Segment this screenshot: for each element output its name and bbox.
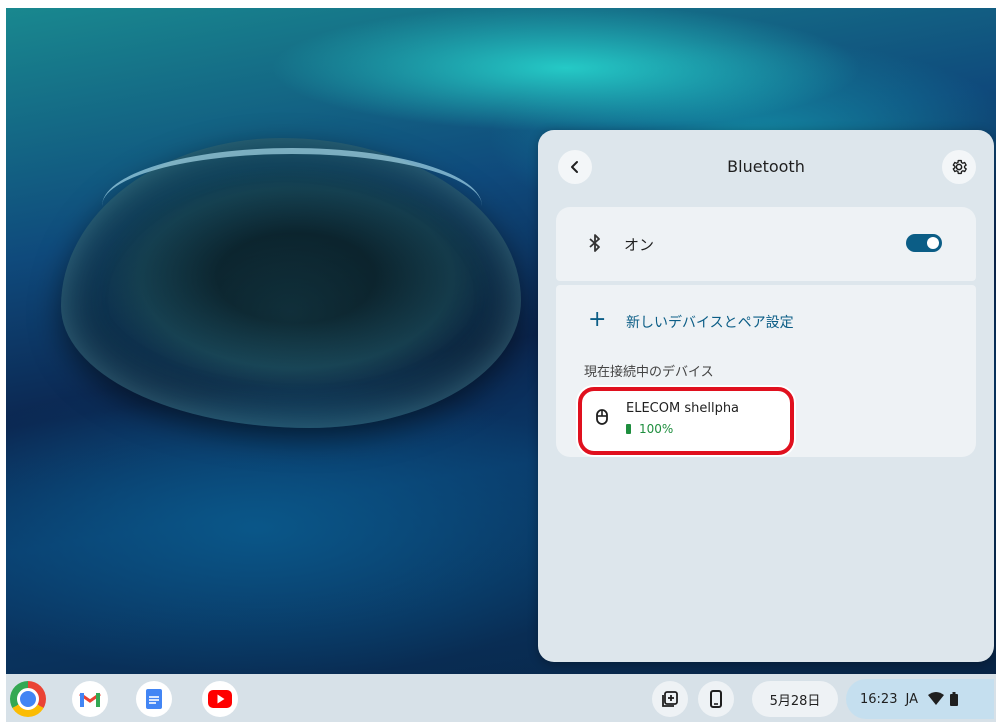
status-tray[interactable]: 16:23 JA [846,679,994,719]
shelf: 5月28日 16:23 JA [6,674,996,722]
bluetooth-state-label: オン [624,236,655,254]
battery-status-icon [949,692,958,706]
youtube-app-icon[interactable] [202,681,238,717]
device-item-elecom[interactable]: ELECOM shellpha 100% [578,387,794,455]
mouse-icon [596,409,608,429]
screen-capture-icon [662,691,678,707]
gmail-app-icon[interactable] [72,681,108,717]
bluetooth-settings-button[interactable] [942,150,976,184]
device-battery: 100% [626,422,673,436]
chrome-app-icon[interactable] [10,681,46,717]
device-name: ELECOM shellpha [626,401,740,416]
battery-percent: 100% [639,422,674,436]
water-drop-highlight [102,148,482,264]
bluetooth-icon [588,234,602,256]
bluetooth-panel: Bluetooth オン + 新しいデバイスとペア設定 現在接続中のデバイス E… [538,130,994,662]
ime-indicator: JA [905,691,918,707]
date-tray-button[interactable]: 5月28日 [752,681,838,717]
phone-icon [710,690,722,708]
chrome-center [17,688,39,710]
pair-new-device-button[interactable]: 新しいデバイスとペア設定 [626,312,794,332]
clock: 16:23 [860,691,898,707]
screen-capture-button[interactable] [652,681,688,717]
docs-app-icon[interactable] [136,681,172,717]
battery-icon [626,424,631,434]
phone-hub-button[interactable] [698,681,734,717]
plus-icon: + [588,307,607,332]
gear-icon [952,159,967,175]
devices-section: + 新しいデバイスとペア設定 現在接続中のデバイス ELECOM shellph… [556,285,976,457]
connected-devices-heading: 現在接続中のデバイス [584,365,714,380]
panel-title: Bluetooth [727,157,805,176]
toggle-knob [927,237,939,249]
bluetooth-toggle-switch[interactable] [906,234,942,252]
bluetooth-toggle-row[interactable]: オン [556,207,976,281]
wifi-icon [927,692,944,705]
